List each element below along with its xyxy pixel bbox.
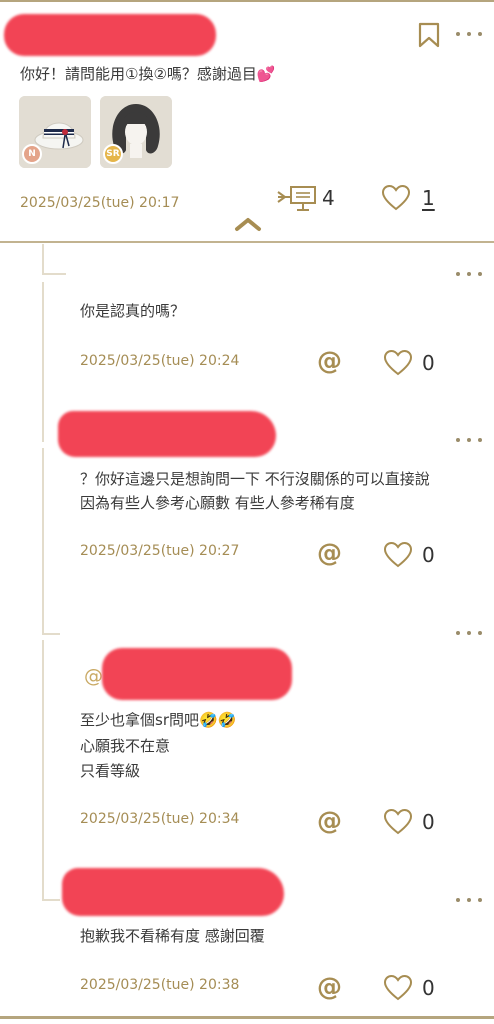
at-icon[interactable]: @ xyxy=(317,974,342,999)
comment-date: 2025/03/25(tue) 20:34 xyxy=(80,811,240,827)
mention-at[interactable]: @ xyxy=(84,665,103,687)
redacted-username xyxy=(4,14,216,56)
comment-text: 心願我不在意 xyxy=(80,737,171,755)
heart-icon[interactable] xyxy=(383,541,413,569)
chevron-up-icon[interactable] xyxy=(234,216,262,232)
thread-line xyxy=(42,244,44,274)
thread-line xyxy=(42,640,44,900)
top-divider xyxy=(0,0,494,2)
thread-branch xyxy=(42,633,60,635)
rarity-badge-n: N xyxy=(22,144,42,164)
redacted-mention xyxy=(102,648,292,700)
thread-branch xyxy=(42,899,60,901)
rarity-badge-sr: SR xyxy=(103,144,123,164)
comment-text: 因為有些人參考心願數 有些人參考稀有度 xyxy=(80,494,355,512)
post-text: 你好！請問能用①換②嗎？感謝過目💕 xyxy=(20,65,276,83)
comment-date: 2025/03/25(tue) 20:24 xyxy=(80,353,240,369)
thread-line xyxy=(42,448,44,634)
comment-text: 至少也拿個sr問吧🤣🤣 xyxy=(80,711,237,729)
heart-icon[interactable] xyxy=(381,184,411,212)
redacted-username xyxy=(62,868,284,916)
post-date: 2025/03/25(tue) 20:17 xyxy=(20,195,180,211)
more-options-icon[interactable] xyxy=(456,30,482,38)
like-count: 0 xyxy=(422,351,435,375)
at-icon[interactable]: @ xyxy=(317,808,342,833)
like-count: 0 xyxy=(422,543,435,567)
more-options-icon[interactable] xyxy=(456,436,482,444)
more-options-icon[interactable] xyxy=(456,896,482,904)
redacted-username xyxy=(58,411,276,457)
bottom-divider xyxy=(0,1016,494,1019)
item-thumbnail-hat[interactable]: N xyxy=(19,96,91,168)
thread-line xyxy=(42,282,44,442)
more-options-icon[interactable] xyxy=(456,629,482,637)
at-icon[interactable]: @ xyxy=(317,540,342,565)
at-icon[interactable]: @ xyxy=(317,348,342,373)
heart-icon[interactable] xyxy=(383,349,413,377)
like-count: 0 xyxy=(422,810,435,834)
reply-count: 4 xyxy=(322,186,335,210)
heart-icon[interactable] xyxy=(383,974,413,1002)
reply-board-icon[interactable] xyxy=(276,184,318,212)
comment-text: ？你好這邊只是想詢問一下 不行沒關係的可以直接說 xyxy=(80,470,430,488)
like-count: 0 xyxy=(422,976,435,1000)
more-options-icon[interactable] xyxy=(456,270,482,278)
bookmark-icon[interactable] xyxy=(418,22,440,48)
like-count[interactable]: 1 xyxy=(422,186,435,210)
comment-text: 只看等級 xyxy=(80,762,141,780)
comment-text: 你是認真的嗎？ xyxy=(80,302,186,320)
item-thumbnail-hair[interactable]: SR xyxy=(100,96,172,168)
comment-date: 2025/03/25(tue) 20:27 xyxy=(80,543,240,559)
comment-text: 抱歉我不看稀有度 感謝回覆 xyxy=(80,927,265,945)
heart-icon[interactable] xyxy=(383,808,413,836)
post-divider xyxy=(0,241,494,243)
thread-branch xyxy=(42,273,66,275)
comment-date: 2025/03/25(tue) 20:38 xyxy=(80,977,240,993)
